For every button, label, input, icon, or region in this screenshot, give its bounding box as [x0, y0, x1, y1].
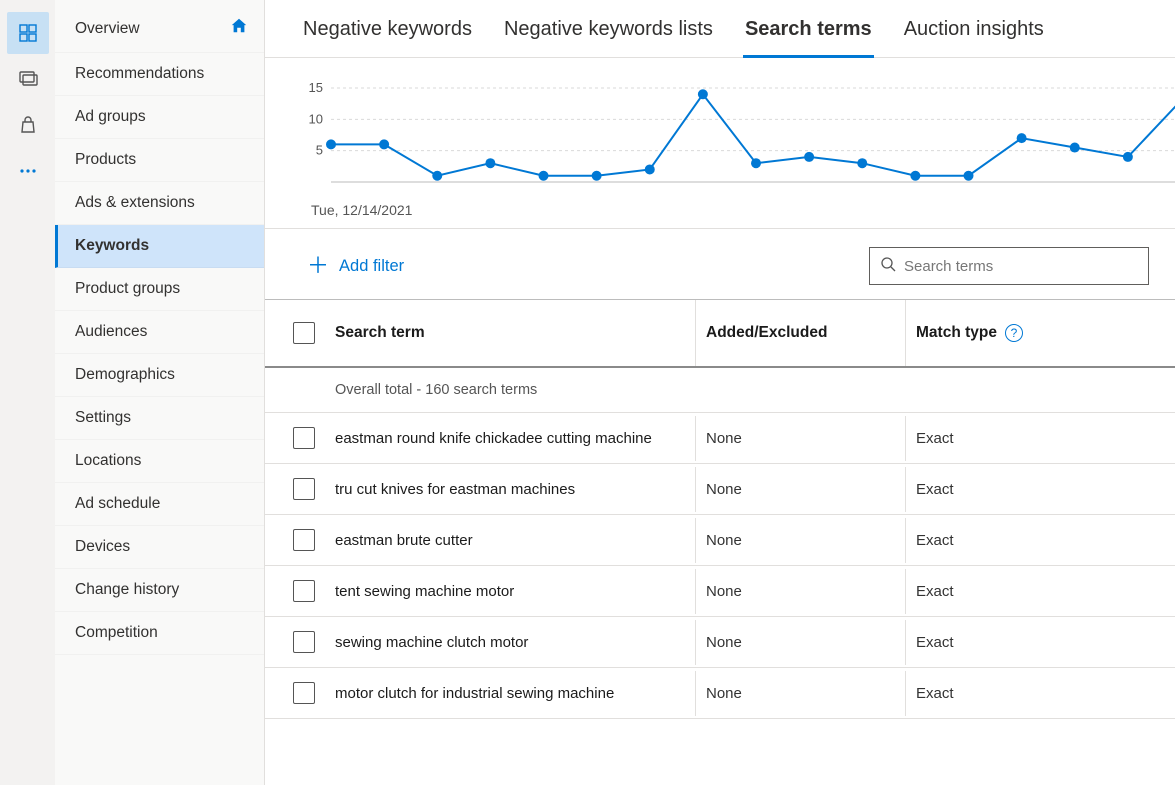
- search-terms-table: Search term Added/Excluded Match type ? …: [265, 299, 1175, 785]
- tab-negative-keywords[interactable]: Negative keywords: [301, 6, 474, 57]
- tab-negative-keywords-lists[interactable]: Negative keywords lists: [502, 6, 715, 57]
- main-panel: Negative keywords Negative keywords lists…: [265, 0, 1175, 785]
- row-checkbox[interactable]: [293, 682, 315, 704]
- sidebar-item-label: Overview: [75, 20, 140, 38]
- rail-more-icon[interactable]: [7, 150, 49, 192]
- cell-added: None: [695, 467, 905, 512]
- sidebar-item-label: Audiences: [75, 323, 147, 341]
- sidebar-item-label: Competition: [75, 624, 158, 642]
- sidebar-item-ad-groups[interactable]: Ad groups: [55, 96, 264, 139]
- tab-search-terms[interactable]: Search terms: [743, 6, 874, 57]
- sidebar-item-label: Change history: [75, 581, 179, 599]
- filter-toolbar: ＋ Add filter: [265, 229, 1175, 299]
- search-box[interactable]: [869, 247, 1149, 285]
- cell-term: sewing machine clutch motor: [325, 620, 695, 665]
- sidebar-item-audiences[interactable]: Audiences: [55, 311, 264, 354]
- col-header-term[interactable]: Search term: [325, 300, 695, 366]
- sidebar-item-locations[interactable]: Locations: [55, 440, 264, 483]
- sidebar-item-label: Recommendations: [75, 65, 204, 83]
- sidebar-item-label: Ads & extensions: [75, 194, 195, 212]
- sidebar-item-label: Keywords: [75, 237, 149, 255]
- cell-term: motor clutch for industrial sewing machi…: [325, 671, 695, 716]
- trend-chart: 5 10 15: [301, 82, 1175, 192]
- table-row: eastman round knife chickadee cutting ma…: [265, 413, 1175, 464]
- sidebar-item-label: Products: [75, 151, 136, 169]
- row-checkbox[interactable]: [293, 427, 315, 449]
- cell-term: eastman round knife chickadee cutting ma…: [325, 416, 695, 461]
- sidebar-item-products[interactable]: Products: [55, 139, 264, 182]
- chart-area: 5 10 15 Tue, 12/14/2021: [265, 58, 1175, 229]
- help-icon[interactable]: ?: [1005, 324, 1023, 342]
- cell-match: Exact: [905, 518, 1175, 563]
- row-checkbox[interactable]: [293, 631, 315, 653]
- sidebar-item-ads-extensions[interactable]: Ads & extensions: [55, 182, 264, 225]
- sidebar-item-demographics[interactable]: Demographics: [55, 354, 264, 397]
- rail-bag-icon[interactable]: [7, 104, 49, 146]
- sidebar-item-ad-schedule[interactable]: Ad schedule: [55, 483, 264, 526]
- sidebar-item-label: Settings: [75, 409, 131, 427]
- sidebar-item-label: Locations: [75, 452, 141, 470]
- col-header-match[interactable]: Match type ?: [905, 300, 1175, 366]
- row-checkbox[interactable]: [293, 529, 315, 551]
- cell-added: None: [695, 569, 905, 614]
- sidebar-item-competition[interactable]: Competition: [55, 612, 264, 655]
- sidebar-item-label: Product groups: [75, 280, 180, 298]
- select-all-checkbox[interactable]: [293, 322, 315, 344]
- cell-match: Exact: [905, 569, 1175, 614]
- sidebar-item-settings[interactable]: Settings: [55, 397, 264, 440]
- cell-match: Exact: [905, 620, 1175, 665]
- col-header-added[interactable]: Added/Excluded: [695, 300, 905, 366]
- search-input[interactable]: [904, 258, 1138, 275]
- cell-match: Exact: [905, 671, 1175, 716]
- tab-auction-insights[interactable]: Auction insights: [902, 6, 1046, 57]
- table-row: eastman brute cutterNoneExact: [265, 515, 1175, 566]
- sidebar-item-recommendations[interactable]: Recommendations: [55, 53, 264, 96]
- icon-rail: [0, 0, 55, 785]
- tabs: Negative keywords Negative keywords lists…: [265, 0, 1175, 58]
- cell-match: Exact: [905, 416, 1175, 461]
- cell-added: None: [695, 671, 905, 716]
- plus-icon: ＋: [307, 255, 329, 277]
- cell-match: Exact: [905, 467, 1175, 512]
- cell-term: eastman brute cutter: [325, 518, 695, 563]
- chart-date-label: Tue, 12/14/2021: [311, 202, 1175, 218]
- add-filter-label: Add filter: [339, 257, 404, 276]
- home-icon: [230, 17, 248, 40]
- svg-text:15: 15: [309, 82, 323, 95]
- total-row: Overall total - 160 search terms: [265, 368, 1175, 413]
- search-icon: [880, 256, 896, 277]
- sidebar-item-label: Ad groups: [75, 108, 146, 126]
- rail-chat-icon[interactable]: [7, 58, 49, 100]
- add-filter-button[interactable]: ＋ Add filter: [299, 251, 412, 281]
- table-row: motor clutch for industrial sewing machi…: [265, 668, 1175, 719]
- sidebar-item-label: Demographics: [75, 366, 175, 384]
- svg-text:10: 10: [309, 111, 323, 126]
- cell-added: None: [695, 416, 905, 461]
- table-row: sewing machine clutch motorNoneExact: [265, 617, 1175, 668]
- row-checkbox[interactable]: [293, 478, 315, 500]
- sidebar-item-label: Devices: [75, 538, 130, 556]
- row-checkbox[interactable]: [293, 580, 315, 602]
- sidebar-item-label: Ad schedule: [75, 495, 160, 513]
- sidebar-item-product-groups[interactable]: Product groups: [55, 268, 264, 311]
- sidebar: Overview Recommendations Ad groups Products…: [55, 0, 265, 785]
- sidebar-item-overview[interactable]: Overview: [55, 5, 264, 53]
- cell-added: None: [695, 620, 905, 665]
- cell-term: tent sewing machine motor: [325, 569, 695, 614]
- svg-text:5: 5: [316, 143, 323, 158]
- sidebar-item-devices[interactable]: Devices: [55, 526, 264, 569]
- table-row: tent sewing machine motorNoneExact: [265, 566, 1175, 617]
- sidebar-item-change-history[interactable]: Change history: [55, 569, 264, 612]
- cell-term: tru cut knives for eastman machines: [325, 467, 695, 512]
- table-header: Search term Added/Excluded Match type ?: [265, 299, 1175, 368]
- sidebar-item-keywords[interactable]: Keywords: [55, 225, 264, 268]
- rail-overview-icon[interactable]: [7, 12, 49, 54]
- cell-added: None: [695, 518, 905, 563]
- table-row: tru cut knives for eastman machinesNoneE…: [265, 464, 1175, 515]
